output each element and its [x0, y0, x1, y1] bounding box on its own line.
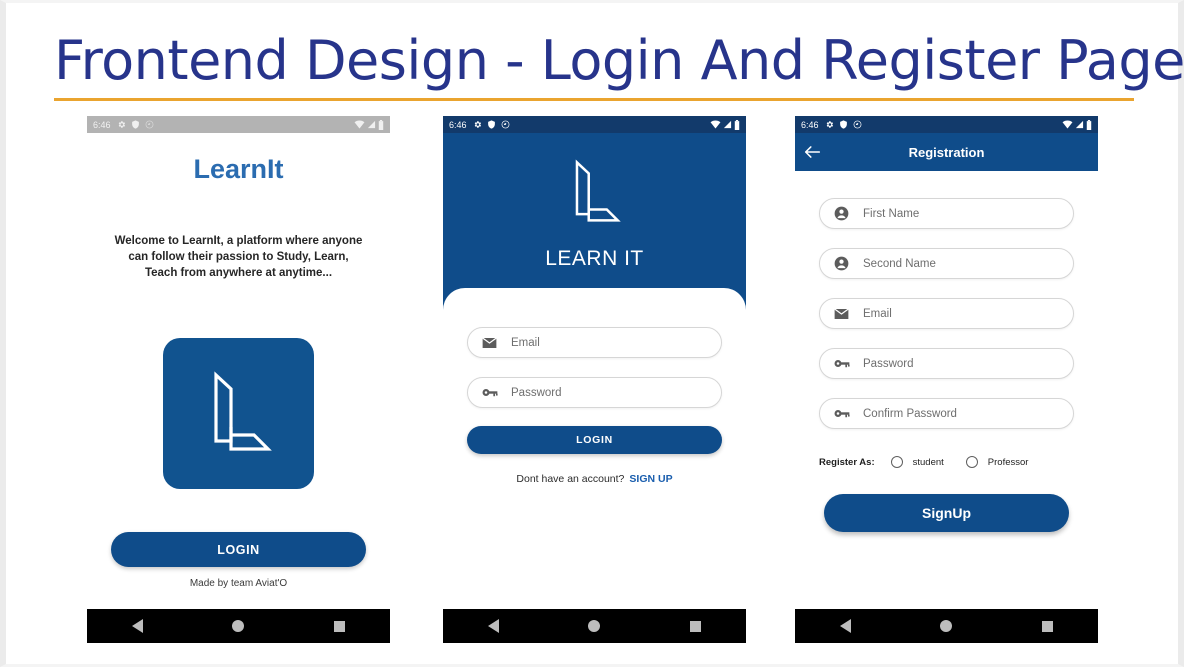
role-label-professor: Professor — [987, 456, 1029, 468]
sync-disabled-icon — [853, 120, 862, 129]
learnit-l-logo-icon — [443, 159, 746, 227]
recents-square-icon[interactable] — [690, 620, 702, 632]
radio-professor[interactable] — [965, 456, 978, 468]
signup-prompt-text: Dont have an account? — [516, 473, 625, 485]
slide-canvas: Frontend Design - Login And Register Pag… — [0, 0, 1184, 667]
phone-screen-welcome: 6:46 LearnIt Welcome to LearnIt, a platf… — [87, 116, 390, 643]
register-as-label: Register As: — [819, 456, 875, 468]
back-triangle-icon[interactable] — [487, 619, 499, 633]
key-icon — [833, 408, 850, 419]
second-name-field[interactable]: Second Name — [819, 248, 1074, 279]
wifi-icon — [354, 120, 365, 129]
second-name-placeholder: Second Name — [863, 257, 936, 270]
password-field-placeholder: Password — [511, 386, 562, 399]
learnit-l-logo-icon — [202, 370, 276, 457]
credit-text: Made by team Aviat'O — [189, 578, 288, 589]
password-placeholder: Password — [863, 357, 914, 370]
learnit-logo-tile — [163, 338, 314, 489]
envelope-icon — [833, 307, 850, 320]
signup-prompt-row: Dont have an account? SIGN UP — [443, 473, 746, 485]
arrow-left-icon[interactable] — [795, 145, 829, 159]
android-nav-bar — [443, 609, 746, 643]
login-button[interactable]: LOGIN — [111, 532, 366, 567]
shield-icon — [487, 120, 496, 129]
password-field[interactable]: Password — [467, 377, 722, 408]
key-icon — [833, 358, 850, 369]
status-bar: 6:46 — [87, 116, 390, 133]
gear-icon — [825, 120, 834, 129]
key-icon — [481, 387, 498, 398]
signal-icon — [1075, 120, 1084, 129]
back-triangle-icon[interactable] — [131, 619, 143, 633]
android-nav-bar — [87, 609, 390, 643]
registration-app-bar: Registration — [795, 133, 1098, 171]
first-name-field[interactable]: First Name — [819, 198, 1074, 229]
wifi-icon — [1062, 120, 1073, 129]
app-wordmark: LEARN IT — [545, 247, 644, 270]
welcome-text: Welcome to LearnIt, a platform where any… — [114, 235, 363, 279]
sync-disabled-icon — [501, 120, 510, 129]
envelope-icon — [481, 336, 498, 349]
signal-icon — [367, 120, 376, 129]
confirm-password-field[interactable]: Confirm Password — [819, 398, 1074, 429]
android-nav-bar — [795, 609, 1098, 643]
shield-icon — [131, 120, 140, 129]
wifi-icon — [710, 120, 721, 129]
login-button[interactable]: LOGIN — [467, 426, 722, 454]
phone-screen-login: 6:46 LEARN IT Email Password LOGIN Dont … — [443, 116, 746, 643]
signup-link[interactable]: SIGN UP — [629, 473, 672, 485]
first-name-placeholder: First Name — [863, 207, 920, 220]
registration-title: Registration — [908, 144, 985, 160]
home-circle-icon[interactable] — [940, 620, 953, 632]
email-placeholder: Email — [863, 307, 892, 320]
person-icon — [833, 206, 850, 221]
battery-icon — [378, 119, 384, 130]
radio-student[interactable] — [890, 456, 903, 468]
status-bar: 6:46 — [795, 116, 1098, 133]
role-option-student[interactable]: student — [890, 456, 966, 468]
email-field-placeholder: Email — [511, 336, 540, 349]
recents-square-icon[interactable] — [334, 620, 346, 632]
title-divider — [54, 98, 1134, 101]
password-field[interactable]: Password — [819, 348, 1074, 379]
signup-button[interactable]: SignUp — [824, 494, 1069, 532]
role-label-student: student — [912, 456, 944, 468]
email-field[interactable]: Email — [819, 298, 1074, 329]
gear-icon — [117, 120, 126, 129]
status-time: 6:46 — [449, 119, 467, 130]
register-as-row: Register As: student Professor — [819, 456, 1074, 468]
back-triangle-icon[interactable] — [839, 619, 851, 633]
recents-square-icon[interactable] — [1042, 620, 1054, 632]
battery-icon — [734, 119, 740, 130]
signal-icon — [723, 120, 732, 129]
home-circle-icon[interactable] — [588, 620, 601, 632]
role-option-professor[interactable]: Professor — [965, 456, 1051, 468]
status-time: 6:46 — [801, 119, 819, 130]
gear-icon — [473, 120, 482, 129]
page-title: Frontend Design - Login And Register Pag… — [54, 29, 1184, 92]
status-bar: 6:46 — [443, 116, 746, 133]
home-circle-icon[interactable] — [232, 620, 245, 632]
email-field[interactable]: Email — [467, 327, 722, 358]
battery-icon — [1086, 119, 1092, 130]
phone-screen-registration: 6:46 Registration First Name Second Name… — [795, 116, 1098, 643]
app-brand-title: LearnIt — [193, 154, 284, 184]
sync-disabled-icon — [145, 120, 154, 129]
status-time: 6:46 — [93, 119, 111, 130]
shield-icon — [839, 120, 848, 129]
confirm-password-placeholder: Confirm Password — [863, 407, 957, 420]
person-icon — [833, 256, 850, 271]
